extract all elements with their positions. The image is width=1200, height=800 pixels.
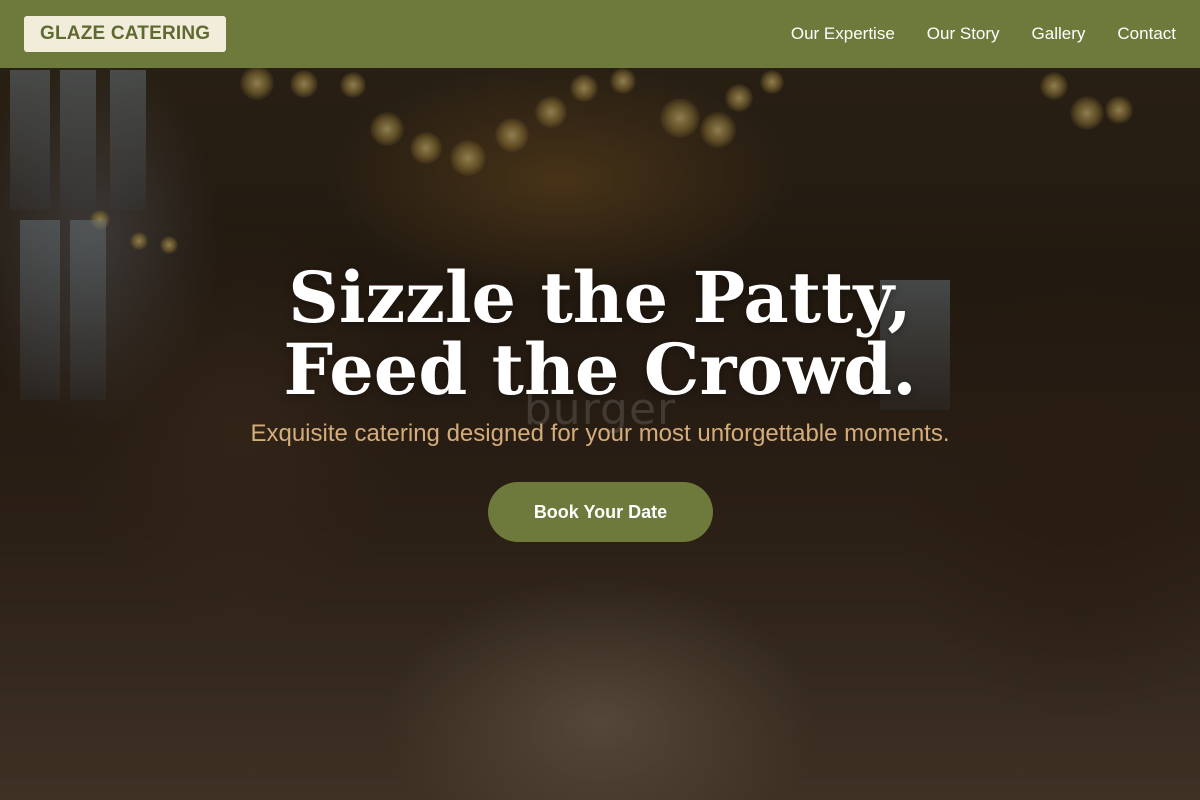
top-navbar: GLAZE CATERING Our Expertise Our Story G… xyxy=(0,0,1200,68)
nav-link-contact[interactable]: Contact xyxy=(1117,24,1176,44)
nav-link-our-expertise[interactable]: Our Expertise xyxy=(791,24,895,44)
hero-title: Sizzle the Patty, Feed the Crowd. xyxy=(0,262,1200,406)
nav-links: Our Expertise Our Story Gallery Contact xyxy=(791,24,1176,44)
nav-link-gallery[interactable]: Gallery xyxy=(1032,24,1086,44)
nav-link-our-story[interactable]: Our Story xyxy=(927,24,1000,44)
hero-subtitle: Exquisite catering designed for your mos… xyxy=(250,420,950,447)
brand-logo[interactable]: GLAZE CATERING xyxy=(24,16,227,52)
hero-title-line-1: Sizzle the Patty, xyxy=(288,256,912,339)
hero-title-line-2: Feed the Crowd. xyxy=(283,328,917,411)
book-your-date-button[interactable]: Book Your Date xyxy=(488,482,713,542)
